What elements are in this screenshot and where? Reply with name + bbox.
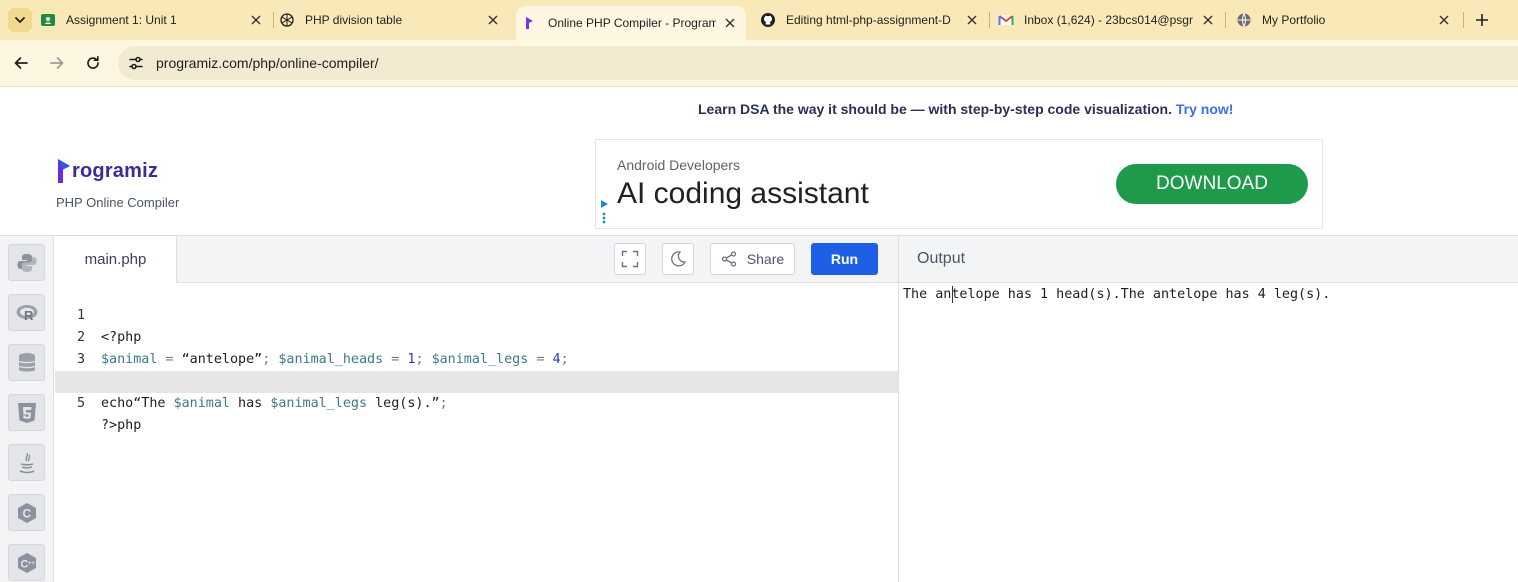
programiz-icon	[522, 15, 538, 31]
tab-title: Assignment 1: Unit 1	[66, 13, 177, 27]
r-icon[interactable]: R	[8, 294, 45, 331]
code-text: ?>php	[101, 418, 142, 433]
c-icon[interactable]: C	[8, 494, 45, 531]
close-icon[interactable]	[722, 15, 738, 31]
arrow-left-icon	[14, 57, 28, 69]
google-classroom-icon	[40, 12, 56, 28]
url-text: programiz.com/php/online-compiler/	[156, 55, 379, 71]
tab-title: PHP division table	[305, 13, 403, 27]
code-line: 2 $animal = “antelope”; $animal_heads = …	[55, 305, 898, 367]
page-subtitle: PHP Online Compiler	[56, 195, 180, 210]
ad-banner[interactable]: Android Developers AI coding assistant D…	[595, 139, 1323, 229]
close-icon[interactable]	[248, 12, 264, 28]
tab-search-button[interactable]	[8, 8, 32, 32]
tab-separator	[989, 12, 990, 28]
chatgpt-icon	[279, 12, 295, 28]
java-icon[interactable]	[8, 444, 45, 481]
output-title: Output	[917, 250, 966, 267]
browser-tab[interactable]: My Portfolio	[1236, 0, 1460, 40]
theme-toggle-button[interactable]	[662, 243, 694, 275]
tab-separator	[273, 12, 274, 28]
browser-tab-active[interactable]: Online PHP Compiler - Programiz	[516, 6, 746, 40]
line-number: 5	[76, 396, 85, 411]
new-tab-button[interactable]	[1470, 8, 1494, 32]
forward-button[interactable]	[45, 51, 69, 75]
tab-title: My Portfolio	[1262, 13, 1326, 27]
code-text: echo“The $animal has $animal_legs leg(s)…	[101, 396, 448, 411]
arrow-right-icon	[50, 57, 64, 69]
browser-tab[interactable]: Editing html-php-assignment-D	[760, 0, 988, 40]
chevron-down-icon	[15, 17, 25, 23]
tab-separator	[1463, 12, 1464, 28]
code-line-active: 5 ?>php	[55, 371, 898, 433]
code-editor[interactable]: 1 <?php 2 $animal = “antelope”; $animal_…	[55, 283, 898, 582]
browser-toolbar: programiz.com/php/online-compiler/	[0, 40, 1518, 87]
moon-icon	[671, 251, 687, 267]
browser-tab[interactable]: Assignment 1: Unit 1	[40, 0, 272, 40]
ad-choices-icon[interactable]	[598, 198, 610, 226]
svg-text:C: C	[22, 506, 31, 520]
ad-download-button[interactable]: DOWNLOAD	[1116, 164, 1308, 204]
fullscreen-icon	[621, 250, 639, 268]
svg-text:++: ++	[28, 561, 36, 567]
site-info-icon[interactable]	[124, 51, 148, 75]
code-line: 1 <?php	[55, 283, 898, 345]
plus-icon	[1476, 14, 1488, 26]
output-header: Output	[899, 236, 1518, 283]
run-button[interactable]: Run	[811, 243, 878, 275]
browser-tab[interactable]: Inbox (1,624) - 23bcs014@psgr	[998, 0, 1224, 40]
logo-text: rogramiz	[72, 159, 159, 182]
editor-header: main.php Share Run	[55, 236, 898, 283]
github-icon	[760, 12, 776, 28]
share-label: Share	[746, 251, 785, 267]
html5-icon[interactable]	[8, 394, 45, 431]
ad-brand: Android Developers	[617, 157, 740, 173]
tab-separator	[1225, 12, 1226, 28]
programiz-logo[interactable]: rogramiz	[56, 158, 158, 184]
close-icon[interactable]	[485, 12, 501, 28]
promo-link[interactable]: Try now!	[1176, 101, 1234, 117]
close-icon[interactable]	[1436, 12, 1452, 28]
reload-icon	[87, 55, 99, 69]
close-icon[interactable]	[1200, 12, 1216, 28]
close-icon[interactable]	[964, 12, 980, 28]
python-icon[interactable]	[8, 244, 45, 281]
language-sidebar: R C C ++	[0, 236, 54, 582]
programiz-logo-icon	[58, 159, 70, 183]
sql-icon[interactable]	[8, 344, 45, 381]
promo-text: Learn DSA the way it should be — with st…	[698, 101, 1172, 117]
address-bar[interactable]: programiz.com/php/online-compiler/	[118, 46, 1518, 80]
output-panel[interactable]: The antelope has 1 head(s).The antelope …	[899, 283, 1518, 582]
tab-title: Inbox (1,624) - 23bcs014@psgr	[1024, 13, 1193, 27]
text-cursor	[952, 286, 953, 303]
promo-banner: Learn DSA the way it should be — with st…	[698, 101, 1233, 117]
gmail-icon	[998, 12, 1014, 28]
svg-text:R: R	[24, 308, 34, 323]
code-line: 3 echo“The $animal has $animal_heads hea…	[55, 327, 898, 389]
code-line: 4 echo“The $animal has $animal_legs leg(…	[55, 349, 898, 411]
browser-tab[interactable]: PHP division table	[279, 0, 509, 40]
browser-tab-strip: Assignment 1: Unit 1 PHP division table …	[0, 0, 1518, 40]
share-button[interactable]: Share	[710, 243, 795, 275]
ad-headline: AI coding assistant	[617, 177, 869, 210]
tab-title: Online PHP Compiler - Programiz	[548, 16, 716, 30]
reload-button[interactable]	[81, 51, 105, 75]
output-text: The antelope has 1 head(s).The antelope …	[903, 287, 1331, 302]
cpp-icon[interactable]: C ++	[8, 544, 45, 581]
back-button[interactable]	[9, 51, 33, 75]
share-icon	[721, 251, 737, 267]
file-tab[interactable]: main.php	[55, 236, 177, 283]
globe-icon	[1236, 12, 1252, 28]
tab-title: Editing html-php-assignment-D	[786, 13, 951, 27]
fullscreen-button[interactable]	[614, 243, 646, 275]
